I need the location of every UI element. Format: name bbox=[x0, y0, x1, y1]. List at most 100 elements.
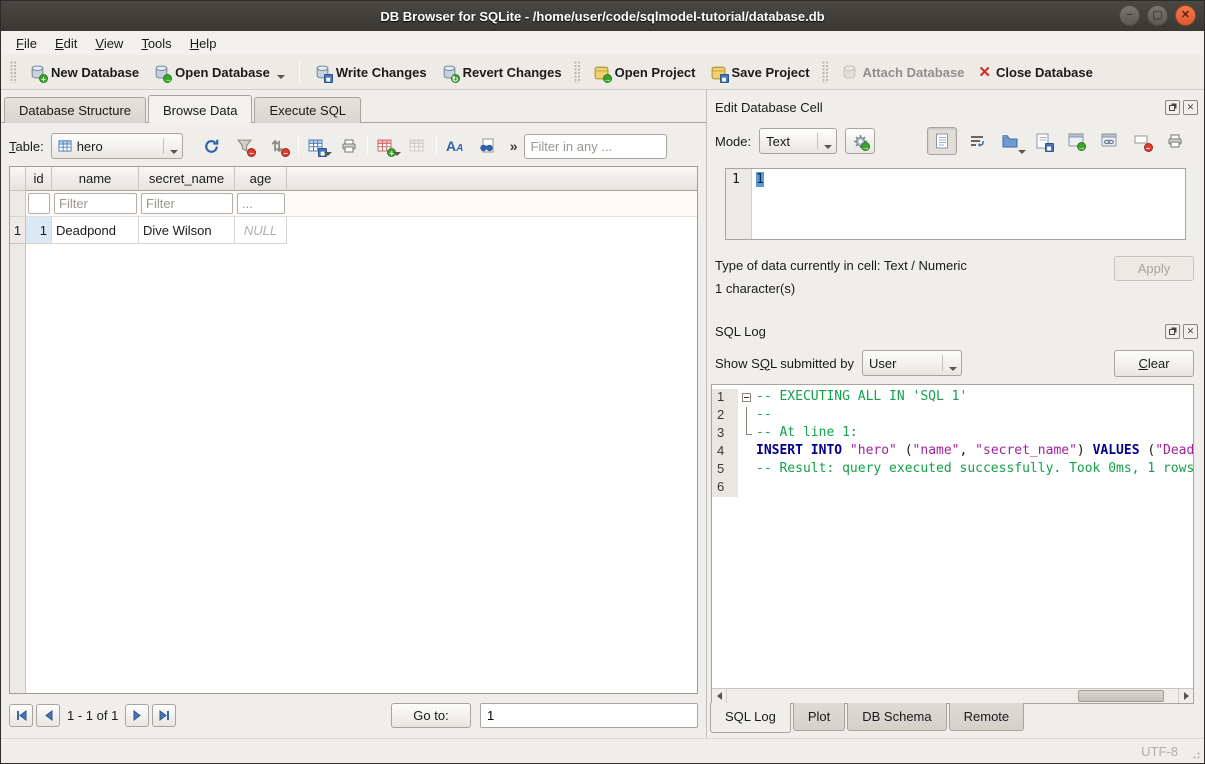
column-header-id[interactable]: id bbox=[26, 167, 52, 191]
next-record-button[interactable] bbox=[125, 704, 149, 727]
import-from-file-button[interactable] bbox=[997, 128, 1023, 154]
mode-selector[interactable]: Text bbox=[759, 128, 837, 154]
menu-bar: File Edit View Tools Help bbox=[1, 31, 1204, 55]
auto-apply-button[interactable]: → bbox=[845, 128, 875, 154]
first-record-button[interactable] bbox=[9, 704, 33, 727]
refresh-button[interactable] bbox=[199, 134, 225, 158]
scroll-right-button[interactable] bbox=[1178, 689, 1193, 703]
log-horizontal-scrollbar[interactable] bbox=[712, 688, 1193, 703]
dock-close-button[interactable]: ✕ bbox=[1183, 100, 1198, 115]
new-record-button[interactable]: + bbox=[373, 134, 399, 158]
print-cell-button[interactable] bbox=[1162, 128, 1188, 154]
filter-input-name[interactable] bbox=[54, 193, 137, 214]
format-toolbar-button[interactable]: AA bbox=[442, 134, 468, 158]
export-table-button[interactable]: ■ bbox=[304, 134, 330, 158]
close-button[interactable]: ✕ bbox=[1175, 5, 1196, 26]
new-database-button[interactable]: + New Database bbox=[22, 60, 146, 85]
dock-close-button[interactable]: ✕ bbox=[1183, 324, 1198, 339]
dock-float-button[interactable] bbox=[1165, 100, 1180, 115]
word-wrap-icon bbox=[969, 134, 985, 148]
tab-browse-data[interactable]: Browse Data bbox=[148, 95, 252, 123]
show-sql-label: Show SQL submitted by bbox=[715, 356, 854, 371]
toolbar-drag-handle[interactable] bbox=[10, 61, 17, 83]
toolbar-drag-handle[interactable] bbox=[822, 61, 829, 83]
text-mode-button[interactable] bbox=[927, 127, 957, 155]
close-database-button[interactable]: ✕ Close Database bbox=[971, 61, 1099, 84]
filter-input-id[interactable] bbox=[28, 193, 50, 214]
menu-help[interactable]: Help bbox=[181, 34, 226, 53]
minimize-button[interactable]: − bbox=[1119, 5, 1140, 26]
menu-tools[interactable]: Tools bbox=[132, 34, 180, 53]
tab-database-structure[interactable]: Database Structure bbox=[4, 97, 146, 123]
open-in-external-button[interactable]: → bbox=[1063, 128, 1089, 154]
filter-input-secret-name[interactable] bbox=[141, 193, 233, 214]
open-database-menu-caret[interactable] bbox=[277, 75, 285, 79]
first-record-icon bbox=[16, 710, 27, 721]
column-header-secret-name[interactable]: secret_name bbox=[139, 167, 235, 191]
export-table-icon: ■ bbox=[308, 138, 325, 155]
word-wrap-button[interactable] bbox=[964, 128, 990, 154]
sql-log-view[interactable]: 1-- EXECUTING ALL IN 'SQL 1'2--3-- At li… bbox=[711, 384, 1194, 704]
export-to-file-button[interactable]: ■ bbox=[1030, 128, 1056, 154]
goto-input[interactable] bbox=[480, 703, 698, 728]
edit-database-cell-dock: Edit Database Cell ✕ Mode: Text bbox=[707, 90, 1204, 308]
column-header-age[interactable]: age bbox=[235, 167, 287, 191]
toolbar-overflow-chevron[interactable]: » bbox=[510, 138, 518, 154]
cell-name[interactable]: Deadpond bbox=[52, 217, 139, 244]
print-icon bbox=[1167, 133, 1183, 149]
menu-file[interactable]: File bbox=[7, 34, 46, 53]
cell-id[interactable]: 1 bbox=[26, 217, 52, 244]
set-null-button[interactable]: – bbox=[1129, 128, 1155, 154]
menu-edit[interactable]: Edit bbox=[46, 34, 86, 53]
main-tabstrip: Database Structure Browse Data Execute S… bbox=[1, 90, 706, 123]
window-title: DB Browser for SQLite - /home/user/code/… bbox=[1, 9, 1204, 24]
table-selector[interactable]: hero bbox=[51, 133, 183, 159]
sql-log-dock: SQL Log ✕ Show SQL submitted by User Cle… bbox=[707, 318, 1204, 738]
last-record-icon bbox=[159, 710, 170, 721]
cell-editor[interactable]: 1 1 bbox=[725, 168, 1186, 240]
filter-input-age[interactable] bbox=[237, 193, 285, 214]
dock-tabstrip: SQL Log Plot DB Schema Remote bbox=[707, 704, 1204, 738]
tab-sql-log[interactable]: SQL Log bbox=[710, 703, 791, 733]
write-changes-button[interactable]: ■ Write Changes bbox=[307, 60, 434, 85]
previous-record-button[interactable] bbox=[36, 704, 60, 727]
sql-source-selector[interactable]: User bbox=[862, 350, 962, 376]
cell-editor-content: 1 bbox=[756, 172, 764, 187]
goto-button[interactable]: Go to: bbox=[391, 703, 471, 728]
open-database-button[interactable]: → Open Database bbox=[146, 60, 292, 85]
attach-database-button: Attach Database bbox=[834, 60, 972, 85]
cell-secret-name[interactable]: Dive Wilson bbox=[139, 217, 235, 244]
tab-db-schema[interactable]: DB Schema bbox=[847, 703, 946, 731]
chevron-down-icon bbox=[1018, 150, 1026, 154]
dock-float-button[interactable] bbox=[1165, 324, 1180, 339]
scroll-left-button[interactable] bbox=[712, 689, 727, 703]
open-database-icon: → bbox=[153, 64, 170, 81]
toolbar-drag-handle[interactable] bbox=[574, 61, 581, 83]
chevron-down-icon bbox=[324, 152, 332, 156]
open-project-button[interactable]: → Open Project bbox=[586, 60, 703, 85]
last-record-button[interactable] bbox=[152, 704, 176, 727]
revert-changes-button[interactable]: ↻ Revert Changes bbox=[434, 60, 569, 85]
row-header[interactable]: 1 bbox=[10, 217, 25, 244]
tab-plot[interactable]: Plot bbox=[793, 703, 845, 731]
scrollbar-thumb[interactable] bbox=[1078, 690, 1165, 702]
tab-remote[interactable]: Remote bbox=[949, 703, 1025, 731]
sql-log-title: SQL Log bbox=[715, 324, 766, 339]
clear-filters-button[interactable]: – bbox=[233, 134, 259, 158]
maximize-button[interactable]: ▢ bbox=[1147, 5, 1168, 26]
grid-corner[interactable] bbox=[10, 167, 25, 191]
menu-view[interactable]: View bbox=[86, 34, 132, 53]
revert-changes-icon: ↻ bbox=[441, 64, 458, 81]
filter-any-column-input[interactable] bbox=[524, 134, 667, 159]
print-table-button[interactable] bbox=[336, 134, 362, 158]
save-project-button[interactable]: ■ Save Project bbox=[703, 60, 817, 85]
column-header-name[interactable]: name bbox=[52, 167, 139, 191]
cell-age[interactable]: NULL bbox=[235, 217, 287, 244]
tab-execute-sql[interactable]: Execute SQL bbox=[254, 97, 361, 123]
resize-grip[interactable] bbox=[1189, 748, 1201, 760]
copy-link-button[interactable] bbox=[1096, 128, 1122, 154]
find-button[interactable] bbox=[474, 134, 500, 158]
clear-log-button[interactable]: Clear bbox=[1114, 350, 1194, 377]
clear-sorting-button[interactable]: ⇅ – bbox=[267, 134, 293, 158]
apply-button: Apply bbox=[1114, 256, 1194, 281]
